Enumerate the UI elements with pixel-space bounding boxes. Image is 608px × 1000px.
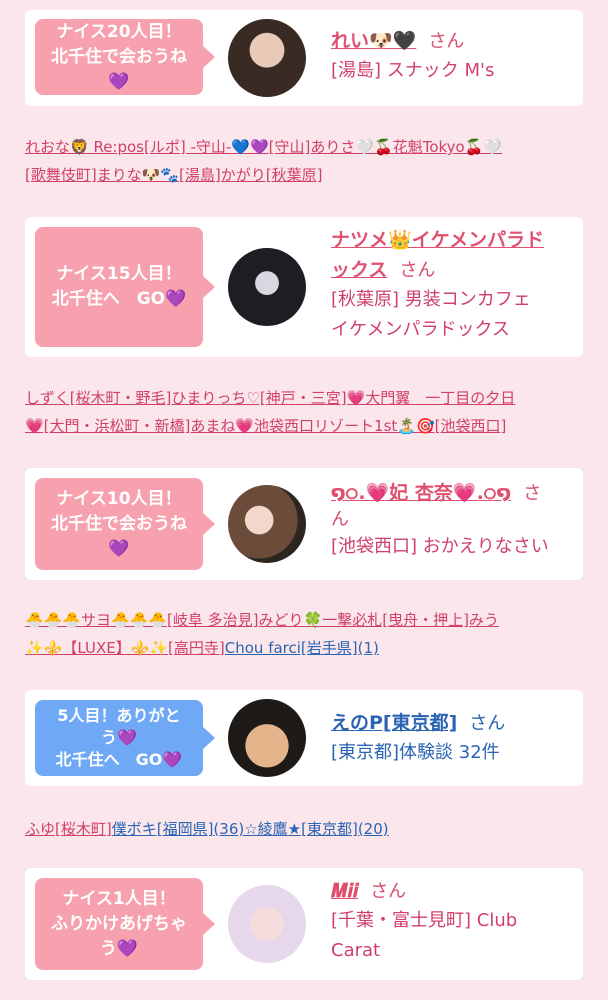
bubble-line: 💜: [108, 538, 130, 559]
honorific: さん: [469, 713, 506, 734]
bubble-line: 北千住へ GO💜: [55, 750, 183, 769]
related-link[interactable]: ふゆ[桜木町]: [25, 820, 112, 838]
profile-name-link[interactable]: えのP[東京都]: [331, 712, 457, 734]
bubble-line: 💜: [108, 71, 130, 92]
shop-info: [千葉・富士見町] Club: [331, 910, 518, 931]
avatar[interactable]: [228, 248, 306, 326]
related-link[interactable]: 💗[大門・浜松町・新橋]あまね💗池袋西口リゾート1st🏝️🎯[池袋西口]: [25, 417, 506, 435]
bubble-line: う💜: [101, 728, 137, 747]
message-bubble: ナイス10人目！ 北千住で会おうね 💜: [35, 478, 215, 570]
profile-name-link[interactable]: 𝑴𝒊𝒊: [331, 880, 358, 902]
related-link[interactable]: Chou farci[岩手県](1): [225, 639, 379, 657]
bubble-line: 5人目！ありがと: [57, 706, 181, 725]
related-link[interactable]: [歌舞伎町]まりな🐶🐾[湯島]かがり[秋葉原]: [25, 166, 322, 184]
bubble-line: う💜: [99, 938, 139, 959]
bubble-line: ふりかけあげちゃ: [51, 913, 187, 934]
honorific: さん: [370, 881, 407, 902]
shop-info: [池袋西口] おかえりなさい: [331, 536, 549, 557]
review-card-1: ナイス20人目！ 北千住で会おうね 💜 れい🐶🖤 さん [湯島] スナック M's: [25, 10, 583, 106]
shop-info: [秋葉原] 男装コンカフェ: [331, 289, 531, 310]
bubble-line: ナイス1人目！: [62, 888, 176, 909]
message-bubble: 5人目！ありがと う💜 北千住へ GO💜: [35, 700, 215, 776]
related-link[interactable]: ✨⚜️【LUXE】⚜️✨[高円寺]: [25, 639, 225, 657]
profile-name-link[interactable]: れい🐶🖤: [331, 30, 416, 52]
message-bubble: ナイス1人目！ ふりかけあげちゃ う💜: [35, 878, 215, 970]
honorific: さ: [523, 483, 542, 504]
related-links: 🐣🐣🐣サヨ🐣🐣🐣[岐阜 多治見]みどり🍀一撃必札[曳舟・押上]みう ✨⚜️【LU…: [25, 606, 585, 662]
review-card-2: ナイス15人目！ 北千住へ GO💜 ナツメ👑イケメンパラド ックス さん [秋葉原…: [25, 217, 583, 357]
related-link[interactable]: れおな🦁 Re:pos[ルポ] -守山-💙💜[守山]ありさ🤍🍒花魁Tokyo🍒🤍: [25, 138, 502, 156]
avatar[interactable]: [228, 19, 306, 97]
honorific: さん: [399, 260, 436, 281]
message-bubble: ナイス15人目！ 北千住へ GO💜: [35, 227, 215, 347]
related-link[interactable]: しずく[桜木町・野毛]ひまりっち♡[神戸・三宮]💗大門翼 一丁目の夕日: [25, 389, 515, 407]
profile-name-link[interactable]: ໑੦.💗妃 杏奈💗.੦໑: [331, 482, 511, 504]
message-bubble: ナイス20人目！ 北千住で会おうね 💜: [35, 19, 215, 95]
shop-info: [湯島] スナック M's: [331, 60, 495, 81]
profile-name-link[interactable]: ナツメ👑イケメンパラド: [331, 225, 573, 255]
honorific: ん: [331, 509, 349, 530]
avatar[interactable]: [228, 699, 306, 777]
review-card-4: 5人目！ありがと う💜 北千住へ GO💜 えのP[東京都] さん [東京都]体験談…: [25, 690, 583, 786]
honorific: さん: [428, 31, 465, 52]
bubble-line: 北千住で会おうね: [51, 513, 187, 534]
avatar[interactable]: [228, 485, 306, 563]
related-link[interactable]: 🐣🐣🐣サヨ🐣🐣🐣[岐阜 多治見]みどり🍀一撃必札[曳舟・押上]みう: [25, 611, 499, 629]
related-links: ふゆ[桜木町]僕ボキ[福岡県](36)☆綾鷹★[東京都](20): [25, 815, 585, 843]
review-card-3: ナイス10人目！ 北千住で会おうね 💜 ໑੦.💗妃 杏奈💗.੦໑ さ ん [池袋西…: [25, 468, 583, 580]
bubble-line: ナイス20人目！: [56, 21, 182, 42]
avatar[interactable]: [228, 885, 306, 963]
related-link[interactable]: 僕ボキ[福岡県](36)☆綾鷹★[東京都](20): [112, 820, 389, 838]
related-links: しずく[桜木町・野毛]ひまりっち♡[神戸・三宮]💗大門翼 一丁目の夕日 💗[大門…: [25, 384, 585, 440]
shop-info: Carat: [331, 940, 381, 961]
profile-name-link[interactable]: ックス: [331, 259, 387, 281]
bubble-line: 北千住で会おうね: [51, 46, 187, 67]
bubble-line: ナイス10人目！: [56, 488, 182, 509]
related-links: れおな🦁 Re:pos[ルポ] -守山-💙💜[守山]ありさ🤍🍒花魁Tokyo🍒🤍…: [25, 133, 585, 189]
bubble-line: 北千住へ GO💜: [51, 289, 187, 309]
shop-info: [東京都]体験談 32件: [331, 742, 500, 763]
review-card-5: ナイス1人目！ ふりかけあげちゃ う💜 𝑴𝒊𝒊 さん [千葉・富士見町] Club…: [25, 868, 583, 980]
bubble-line: ナイス15人目！: [56, 264, 182, 284]
shop-info: イケメンパラドックス: [331, 319, 510, 340]
